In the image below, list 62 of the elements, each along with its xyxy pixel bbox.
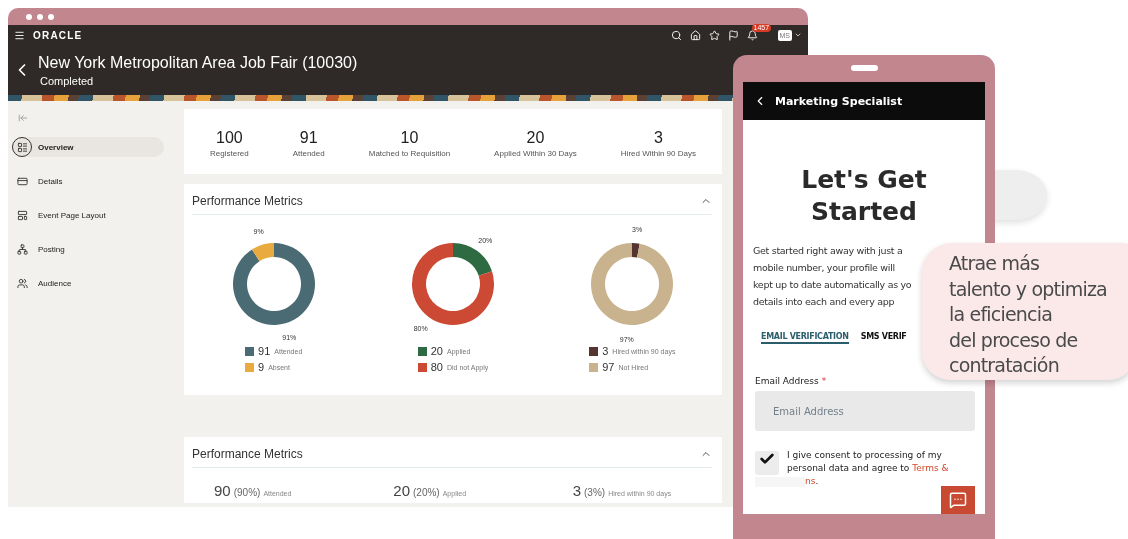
sidebar-item[interactable]: Audience	[12, 273, 164, 293]
chat-button[interactable]	[941, 486, 975, 514]
summary-percent: (3%)	[584, 487, 606, 498]
sidebar-icon	[16, 277, 28, 289]
page-title: New York Metropolitan Area Job Fair (10030)	[38, 53, 358, 72]
summary-value: 90	[214, 482, 231, 499]
stat-label: Matched to Requisition	[368, 149, 451, 158]
home-icon[interactable]	[689, 29, 701, 41]
stat-value: 10	[400, 129, 419, 147]
sidebar-item[interactable]: Event Page Layout	[12, 205, 164, 225]
consent-checkbox[interactable]	[755, 451, 779, 475]
bell-icon[interactable]	[746, 29, 758, 41]
sidebar-icon	[16, 209, 28, 221]
stat-label: Applied Within 30 Days	[494, 149, 577, 158]
field-label: Email Address *	[755, 376, 828, 386]
intro-text: Get started right away with just a mobile number, your profile will kept up to date automatically as yo details into each and every app	[753, 244, 913, 309]
tab[interactable]: SMS VERIF	[860, 332, 907, 344]
summary-value: 20	[393, 482, 410, 499]
tab[interactable]: EMAIL VERIFICATION	[761, 332, 849, 344]
legend-value: 3	[602, 345, 609, 357]
legend-value: 91	[258, 345, 271, 357]
window-dot	[26, 13, 32, 20]
legend-value: 80	[430, 361, 443, 373]
sidebar-icon	[16, 141, 28, 153]
stat-label: Registered	[210, 149, 249, 158]
star-icon[interactable]	[708, 29, 720, 41]
sidebar-icon	[16, 243, 28, 255]
stat-value: 100	[216, 129, 243, 147]
logo: ORACLE	[33, 29, 83, 41]
phone-title: Marketing Specialist	[775, 94, 903, 108]
status-text: Completed	[40, 74, 95, 87]
legend-value: 20	[430, 345, 443, 357]
window-dot	[37, 13, 43, 20]
search-icon[interactable]	[670, 29, 682, 41]
heading: Let's Get Started	[800, 164, 928, 228]
summary-percent: (20%)	[413, 487, 440, 498]
sidebar-icon	[16, 175, 28, 187]
callout-text: Atrae más talento y optimiza la eficiencia del proceso de contratación	[949, 251, 1108, 378]
stat-value: 20	[526, 129, 545, 147]
stat-value: 3	[653, 129, 663, 147]
panel-title: Performance Metrics	[192, 194, 303, 208]
chevron-down-icon[interactable]	[794, 31, 802, 39]
window-dot	[48, 13, 54, 20]
sidebar-item[interactable]: Details	[12, 171, 164, 191]
phone-speaker	[850, 65, 878, 71]
summary-percent: (90%)	[233, 487, 261, 498]
chat-icon	[949, 491, 967, 509]
sidebar-item[interactable]: Overview	[12, 137, 164, 157]
flag-icon[interactable]	[727, 29, 739, 41]
check-icon	[759, 451, 775, 467]
legend-value: 97	[602, 361, 615, 373]
email-input[interactable]: Email Address	[755, 391, 975, 431]
terms-link[interactable]: Terms &	[912, 463, 949, 473]
summary-value: 3	[572, 482, 581, 499]
sidebar-item[interactable]: Posting	[12, 239, 164, 259]
menu-icon[interactable]	[14, 29, 25, 41]
stat-label: Attended	[292, 149, 325, 158]
legend-value: 9	[258, 361, 265, 373]
panel-title: Performance Metrics	[192, 447, 303, 461]
stat-value: 91	[299, 129, 318, 147]
stat-label: Hired Within 90 Days	[620, 149, 696, 158]
consent-text: I give consent to processing of my personal data and agree to Terms & ns.	[787, 449, 957, 488]
